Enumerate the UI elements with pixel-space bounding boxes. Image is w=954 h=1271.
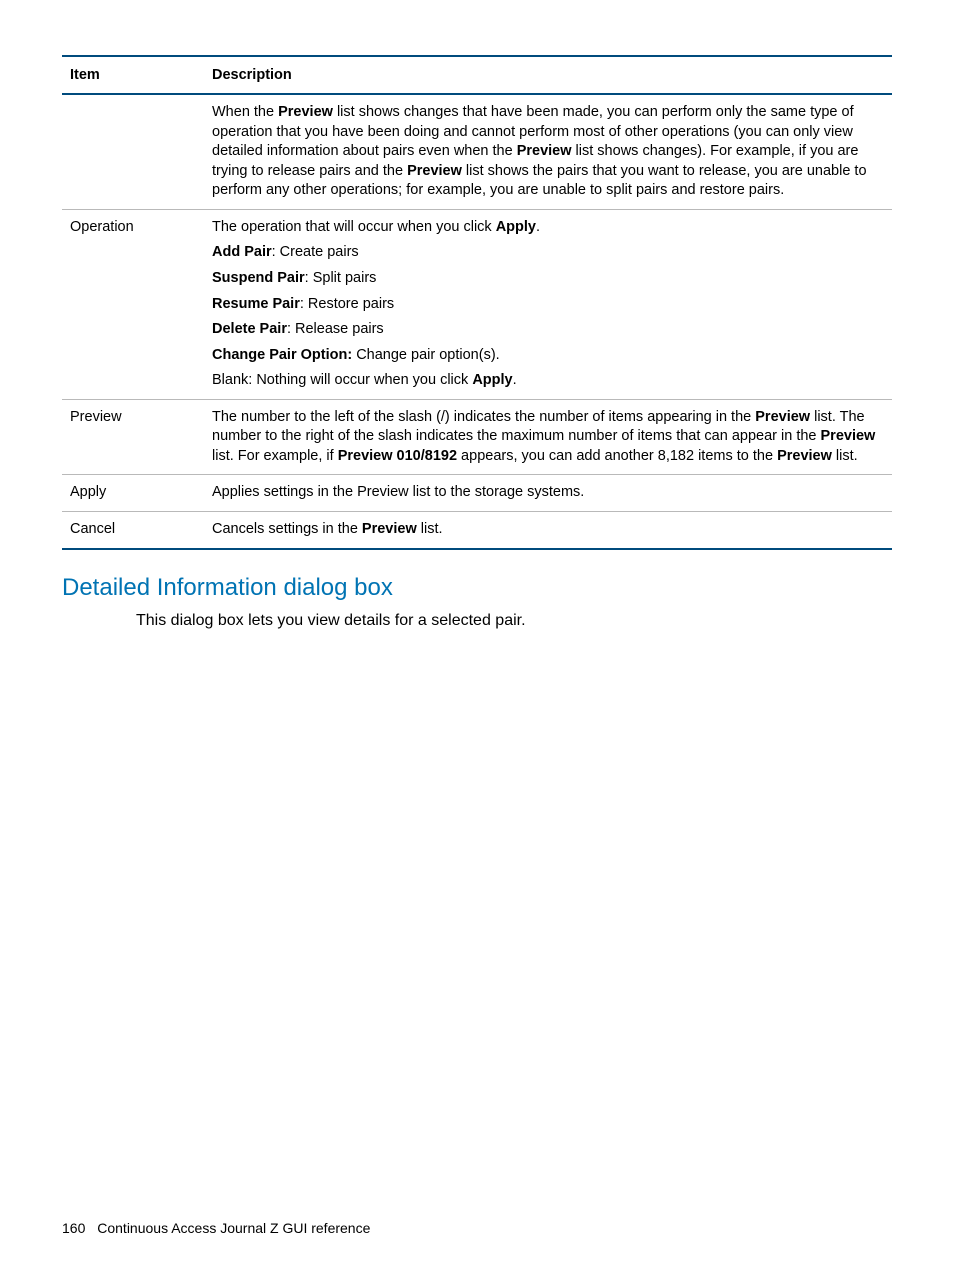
cell-description: When the Preview list shows changes that… (204, 94, 892, 209)
bold-resume-pair: Resume Pair (212, 296, 300, 312)
page-number: 160 (62, 1220, 85, 1236)
cell-item: Operation (62, 209, 204, 399)
bold-preview: Preview (407, 163, 462, 179)
cell-item: Cancel (62, 512, 204, 549)
bold-apply: Apply (496, 219, 536, 235)
desc-text: : Release pairs (287, 321, 384, 337)
table-row: Preview The number to the left of the sl… (62, 399, 892, 475)
desc-text: : Create pairs (272, 244, 359, 260)
table-row: Operation The operation that will occur … (62, 209, 892, 399)
footer-title: Continuous Access Journal Z GUI referenc… (97, 1220, 370, 1236)
bold-preview-example: Preview 010/8192 (338, 448, 457, 464)
bold-apply: Apply (472, 372, 512, 388)
page-footer: 160 Continuous Access Journal Z GUI refe… (62, 1220, 370, 1236)
desc-text: appears, you can add another 8,182 items… (457, 448, 777, 464)
header-item: Item (62, 56, 204, 94)
bold-preview: Preview (777, 448, 832, 464)
bold-change-pair-option: Change Pair Option: (212, 347, 352, 363)
desc-text: When the (212, 104, 278, 120)
desc-text: : Restore pairs (300, 296, 394, 312)
cell-item: Apply (62, 475, 204, 512)
desc-text: The operation that will occur when you c… (212, 219, 496, 235)
desc-text: list. (832, 448, 858, 464)
reference-table: Item Description When the Preview list s… (62, 55, 892, 550)
desc-text: : Split pairs (305, 270, 377, 286)
section-intro: This dialog box lets you view details fo… (136, 612, 892, 630)
section-heading: Detailed Information dialog box (62, 574, 892, 602)
cell-description: Applies settings in the Preview list to … (204, 475, 892, 512)
cell-item: Preview (62, 399, 204, 475)
desc-text: Applies settings in the Preview list to … (212, 483, 884, 503)
bold-delete-pair: Delete Pair (212, 321, 287, 337)
bold-preview: Preview (278, 104, 333, 120)
desc-text: . (513, 372, 517, 388)
desc-text: list. (417, 521, 443, 537)
desc-text: Blank: Nothing will occur when you click (212, 372, 472, 388)
desc-text: Change pair option(s). (352, 347, 500, 363)
table-row: Cancel Cancels settings in the Preview l… (62, 512, 892, 549)
desc-text: The number to the left of the slash (/) … (212, 409, 755, 425)
cell-description: The operation that will occur when you c… (204, 209, 892, 399)
bold-preview: Preview (755, 409, 810, 425)
desc-text: Cancels settings in the (212, 521, 362, 537)
cell-description: Cancels settings in the Preview list. (204, 512, 892, 549)
bold-suspend-pair: Suspend Pair (212, 270, 305, 286)
bold-preview: Preview (821, 428, 876, 444)
bold-add-pair: Add Pair (212, 244, 272, 260)
desc-text: list. For example, if (212, 448, 338, 464)
table-row: Apply Applies settings in the Preview li… (62, 475, 892, 512)
header-description: Description (204, 56, 892, 94)
table-row: When the Preview list shows changes that… (62, 94, 892, 209)
cell-item (62, 94, 204, 209)
bold-preview: Preview (362, 521, 417, 537)
desc-text: . (536, 219, 540, 235)
cell-description: The number to the left of the slash (/) … (204, 399, 892, 475)
bold-preview: Preview (517, 143, 572, 159)
